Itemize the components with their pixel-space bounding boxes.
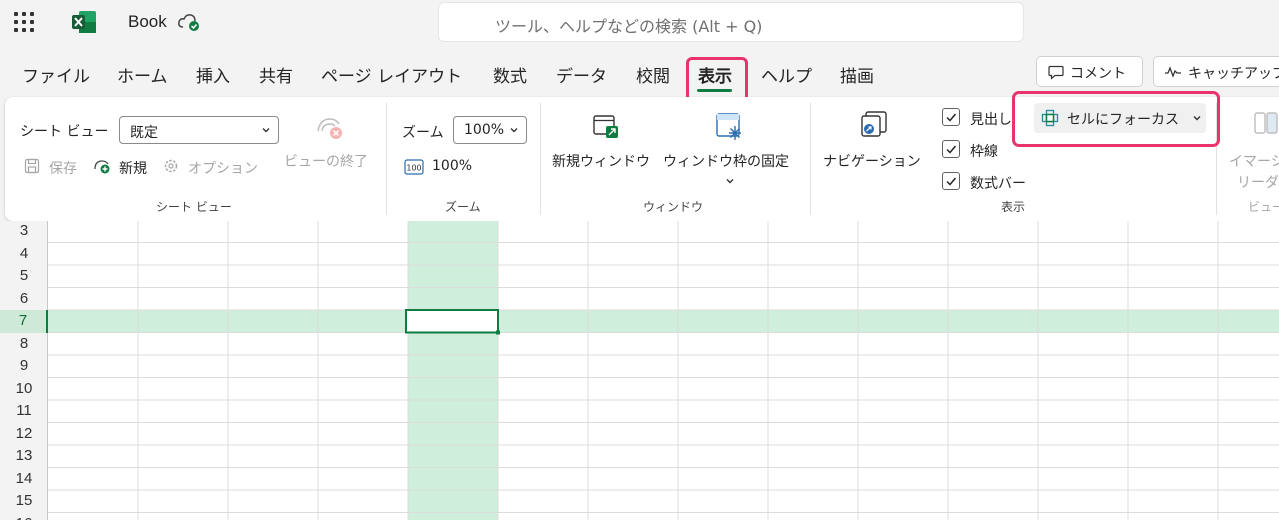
headings-label: 見出し [970,112,1012,128]
comment-button[interactable]: コメント [1036,56,1143,87]
sheet-view-value: 既定 [130,125,158,141]
row-header[interactable]: 7 [0,310,48,333]
app-launcher-icon[interactable] [14,12,34,32]
exit-view-button[interactable]: ビューの終了 [284,151,368,171]
zoom-100-icon: 100 [404,159,424,175]
freeze-panes-button[interactable]: ウィンドウ枠の固定 [663,151,789,171]
group-label-zoom: ズーム [445,200,481,214]
row-header[interactable]: 9 [0,355,48,378]
tab-formulas[interactable]: 数式 [493,62,527,87]
formula-bar-label: 数式バー [970,176,1026,192]
navigation-icon [861,111,887,137]
checkmark-icon [946,113,957,122]
tab-review[interactable]: 校閲 [636,62,670,87]
group-label-view: ビュー [1248,200,1279,214]
tab-file[interactable]: ファイル [22,62,90,87]
row-header[interactable]: 10 [0,378,48,401]
new-view-button[interactable]: 新規 [119,158,147,178]
row-header[interactable]: 14 [0,468,48,491]
immersive-reader-line1[interactable]: イマーシ [1229,151,1279,171]
group-separator [810,103,811,215]
row-header[interactable]: 15 [0,490,48,513]
row-header[interactable]: 11 [0,400,48,423]
activity-icon [1165,66,1181,78]
focus-column-highlight [408,221,498,520]
tab-help[interactable]: ヘルプ [761,62,812,87]
catchup-button[interactable]: キャッチアップ [1153,56,1279,87]
group-label-window: ウィンドウ [643,200,704,214]
chevron-down-icon [262,128,270,133]
zoom-label: ズーム [402,125,444,141]
freeze-panes-icon [716,113,741,140]
sheet-view-label: シート ビュー [20,124,109,140]
save-icon [24,158,40,174]
row-header[interactable]: 5 [0,265,48,288]
comment-icon [1048,65,1064,80]
gridlines-label: 枠線 [970,144,998,160]
comment-label: コメント [1070,66,1126,82]
row-header[interactable]: 6 [0,288,48,311]
title-bar: Book ツール、ヘルプなどの検索 (Alt + Q) [0,0,1279,46]
navigation-button[interactable]: ナビゲーション [823,151,921,171]
gear-icon [164,159,178,173]
row-header[interactable]: 3 [0,221,48,243]
tab-home[interactable]: ホーム [117,62,168,87]
group-label-sheet-view: シート ビュー [156,200,232,214]
row-header[interactable]: 16 [0,513,48,520]
zoom-select[interactable]: 100% [453,116,527,144]
headings-checkbox[interactable] [942,108,960,126]
exit-view-icon [317,118,342,139]
row-header[interactable]: 13 [0,445,48,468]
row-header[interactable]: 12 [0,423,48,446]
new-view-icon [94,160,110,174]
active-cell[interactable] [405,309,499,334]
immersive-reader-icon [1254,112,1278,134]
checkmark-icon [946,177,957,186]
group-label-show: 表示 [1001,200,1026,214]
tab-highlight-box [686,57,748,102]
catchup-label: キャッチアップ [1188,66,1279,82]
focus-row-highlight [48,310,1279,333]
group-separator [540,103,541,215]
zoom-value: 100% [464,122,505,138]
zoom-reset-button[interactable]: 100% [432,158,472,174]
row-headers: 345678910111213141516 [0,221,48,520]
tab-data[interactable]: データ [556,62,607,87]
focus-cell-highlight-box [1012,91,1220,147]
checkmark-icon [946,145,957,154]
row-header[interactable]: 4 [0,243,48,266]
save-view-button[interactable]: 保存 [49,158,77,178]
chevron-down-icon[interactable] [724,175,736,187]
excel-logo-icon [72,11,96,33]
tab-share[interactable]: 共有 [259,62,293,87]
formula-bar-checkbox[interactable] [942,172,960,190]
gridlines-checkbox[interactable] [942,140,960,158]
document-title[interactable]: Book [128,12,167,32]
cell-grid[interactable] [0,221,1279,520]
new-window-button[interactable]: 新規ウィンドウ [552,151,650,171]
fill-handle [496,330,500,335]
options-button[interactable]: オプション [188,158,258,178]
tab-page-layout[interactable]: ページ レイアウト [321,62,462,87]
group-separator [386,103,387,215]
svg-text:100: 100 [406,164,421,173]
tab-draw[interactable]: 描画 [840,62,874,87]
immersive-reader-line2[interactable]: リーダ [1237,172,1279,192]
cloud-saved-icon[interactable] [177,12,201,32]
new-window-icon [593,115,618,138]
spreadsheet-grid[interactable]: 345678910111213141516 [0,221,1279,520]
sheet-view-select[interactable]: 既定 [119,116,279,144]
search-placeholder: ツール、ヘルプなどの検索 (Alt + Q) [495,17,763,36]
search-input[interactable]: ツール、ヘルプなどの検索 (Alt + Q) [438,2,1024,42]
row-header[interactable]: 8 [0,333,48,356]
tab-insert[interactable]: 挿入 [196,62,230,87]
chevron-down-icon [510,128,518,133]
